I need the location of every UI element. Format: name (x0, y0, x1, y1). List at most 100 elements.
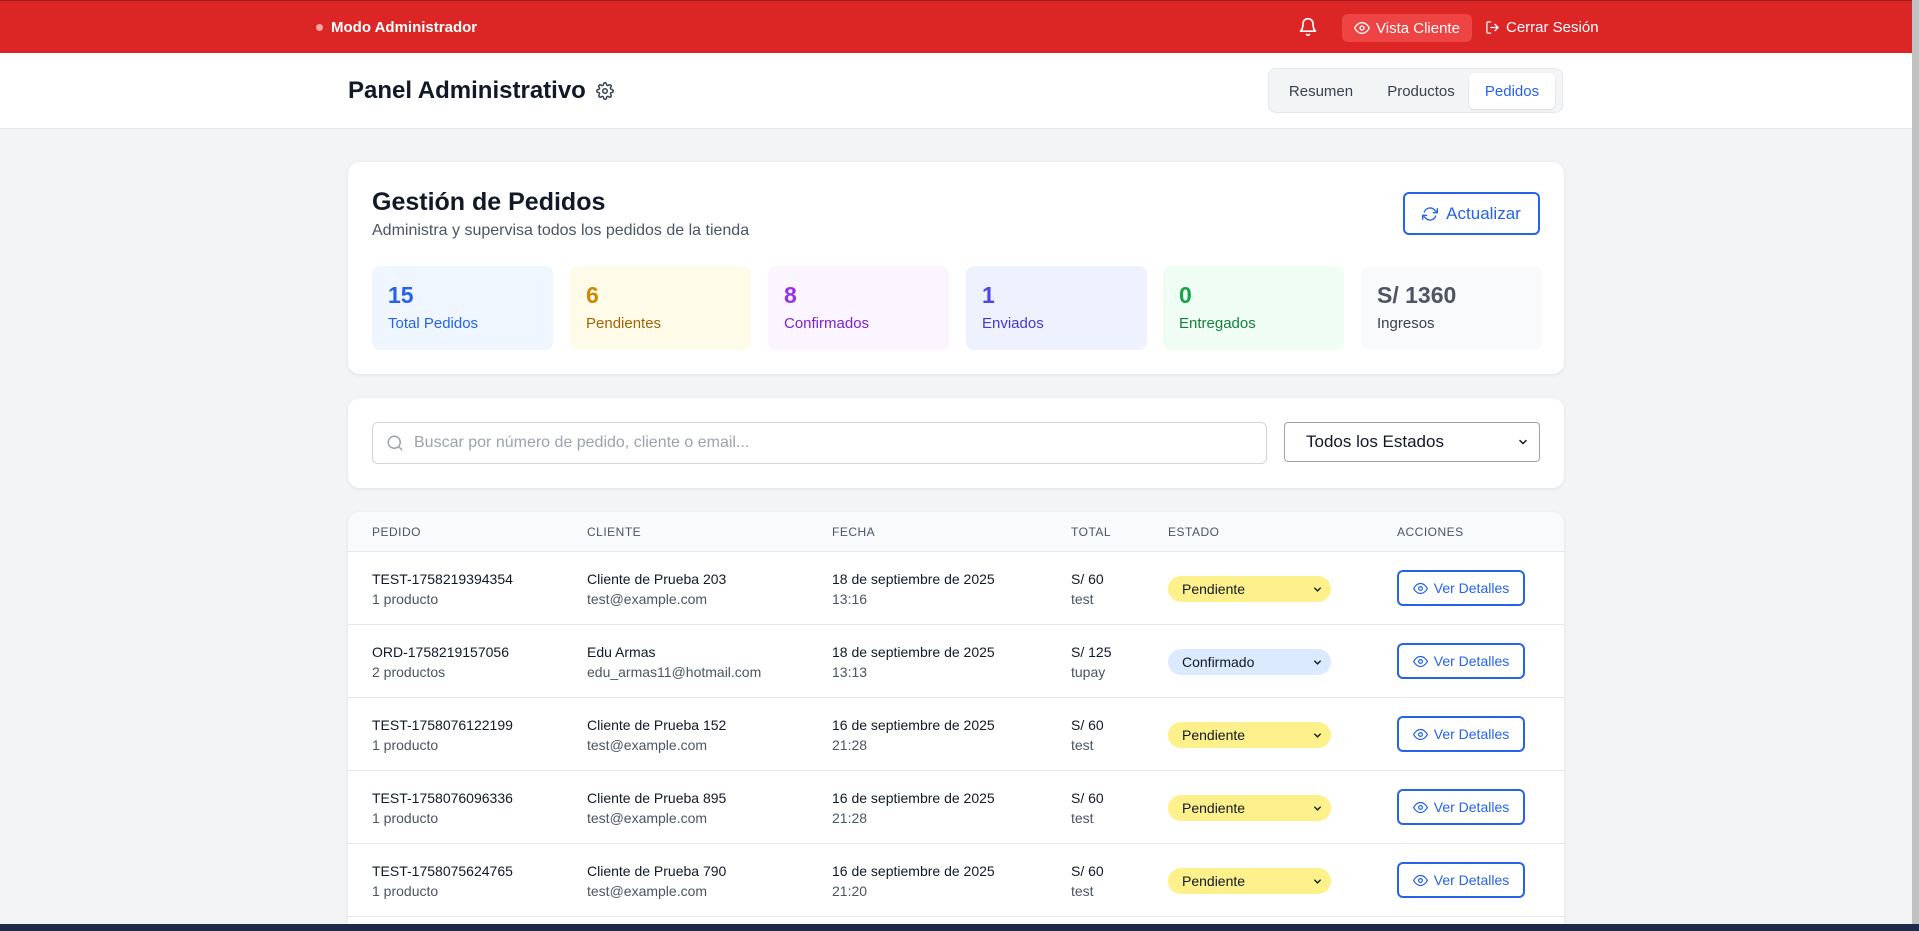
vista-cliente-label: Vista Cliente (1376, 19, 1460, 37)
stat-value: 0 (1179, 282, 1192, 308)
eye-icon (1412, 874, 1428, 886)
order-date: 18 de septiembre de 2025 (832, 644, 995, 660)
order-time: 13:16 (832, 591, 868, 607)
date-cell: 18 de septiembre de 2025 13:13 (832, 642, 995, 682)
order-time: 21:28 (832, 737, 868, 753)
client-name: Cliente de Prueba 790 (587, 863, 727, 879)
stat-card: 6 Pendientes (570, 266, 751, 350)
column-header-total: TOTAL (1071, 525, 1112, 539)
status-select[interactable]: Pendiente (1168, 576, 1331, 602)
client-name: Cliente de Prueba 152 (587, 717, 727, 733)
admin-topbar: Modo Administrador Vista Cliente Cerrar … (0, 0, 1912, 53)
order-time: 13:13 (832, 664, 868, 680)
ver-detalles-button[interactable]: Ver Detalles (1397, 643, 1525, 679)
eye-icon (1354, 21, 1370, 35)
admin-mode-indicator: Modo Administrador (316, 19, 477, 36)
tab-productos[interactable]: Productos (1373, 73, 1469, 109)
ver-detalles-button[interactable]: Ver Detalles (1397, 789, 1525, 825)
status-filter-select[interactable]: Todos los Estados (1284, 422, 1540, 462)
order-items: 2 productos (372, 664, 446, 680)
column-header-fecha: FECHA (832, 525, 876, 539)
order-items: 1 producto (372, 883, 439, 899)
order-total: S/ 60 (1071, 571, 1104, 587)
client-email: test@example.com (587, 737, 708, 753)
stat-label: Ingresos (1377, 315, 1435, 332)
section-title: Gestión de Pedidos (372, 188, 606, 216)
search-icon (387, 435, 403, 451)
eye-icon (1412, 655, 1428, 667)
date-cell: 16 de septiembre de 2025 21:28 (832, 715, 995, 755)
stat-label: Enviados (982, 315, 1044, 332)
order-total: S/ 60 (1071, 717, 1104, 733)
order-number: TEST-1758076096336 (372, 790, 513, 806)
stat-label: Pendientes (586, 315, 662, 332)
order-date: 16 de septiembre de 2025 (832, 717, 995, 733)
vista-cliente-button[interactable]: Vista Cliente (1342, 14, 1472, 42)
logout-icon (1486, 21, 1499, 34)
client-name: Edu Armas (587, 644, 656, 660)
stat-label: Entregados (1179, 315, 1256, 332)
ver-detalles-button[interactable]: Ver Detalles (1397, 862, 1525, 898)
client-cell: Edu Armas edu_armas11@hotmail.com (587, 642, 761, 682)
order-number: ORD-1758219157056 (372, 644, 509, 660)
orders-table: PEDIDO CLIENTE FECHA TOTAL ESTADO ACCION… (348, 512, 1564, 931)
refresh-label: Actualizar (1446, 203, 1521, 223)
filter-bar: Buscar por número de pedido, cliente o e… (348, 398, 1564, 488)
payment-method: tupay (1071, 664, 1106, 680)
total-cell: S/ 125 tupay (1071, 642, 1111, 682)
date-cell: 16 de septiembre de 2025 21:20 (832, 861, 995, 901)
search-placeholder: Buscar por número de pedido, cliente o e… (414, 434, 750, 451)
status-value: Pendiente (1182, 800, 1246, 816)
client-cell: Cliente de Prueba 152 test@example.com (587, 715, 726, 755)
ver-detalles-button[interactable]: Ver Detalles (1397, 716, 1525, 752)
order-cell: ORD-1758219157056 2 productos (372, 642, 509, 682)
chevron-down-icon (1314, 805, 1321, 811)
chevron-down-icon (1314, 732, 1321, 738)
bell-icon[interactable] (1298, 17, 1318, 37)
payment-method: test (1071, 883, 1094, 899)
client-name: Cliente de Prueba 203 (587, 571, 727, 587)
ver-detalles-label: Ver Detalles (1433, 726, 1510, 742)
chevron-down-icon (1519, 439, 1527, 445)
order-date: 16 de septiembre de 2025 (832, 790, 995, 806)
order-items: 1 producto (372, 737, 439, 753)
client-email: test@example.com (587, 810, 708, 826)
ver-detalles-label: Ver Detalles (1433, 580, 1510, 596)
stat-value: 1 (982, 282, 995, 308)
payment-method: test (1071, 591, 1094, 607)
stat-card: S/ 1360 Ingresos (1361, 266, 1542, 350)
table-header: PEDIDO CLIENTE FECHA TOTAL ESTADO ACCION… (348, 512, 1564, 552)
search-input[interactable]: Buscar por número de pedido, cliente o e… (372, 422, 1267, 464)
date-cell: 16 de septiembre de 2025 21:28 (832, 788, 995, 828)
total-cell: S/ 60 test (1071, 788, 1104, 828)
ver-detalles-label: Ver Detalles (1433, 653, 1510, 669)
total-cell: S/ 60 test (1071, 861, 1104, 901)
status-value: Confirmado (1182, 654, 1255, 670)
client-cell: Cliente de Prueba 895 test@example.com (587, 788, 726, 828)
column-header-cliente: CLIENTE (587, 525, 642, 539)
payment-method: test (1071, 810, 1094, 826)
refresh-button[interactable]: Actualizar (1403, 192, 1540, 235)
stat-value: 6 (586, 282, 599, 308)
status-value: Pendiente (1182, 581, 1246, 597)
refresh-icon (1422, 206, 1439, 221)
order-total: S/ 60 (1071, 790, 1104, 806)
status-value: Pendiente (1182, 873, 1246, 889)
stat-card: 1 Enviados (966, 266, 1147, 350)
tab-pedidos[interactable]: Pedidos (1469, 73, 1555, 109)
order-cell: TEST-1758219394354 1 producto (372, 569, 513, 609)
table-row: TEST-1758076122199 1 producto Cliente de P… (348, 698, 1564, 771)
status-select[interactable]: Confirmado (1168, 649, 1331, 675)
status-select[interactable]: Pendiente (1168, 868, 1331, 894)
ver-detalles-label: Ver Detalles (1433, 799, 1510, 815)
stat-label: Confirmados (784, 315, 870, 332)
order-time: 21:28 (832, 810, 868, 826)
tab-resumen[interactable]: Resumen (1273, 73, 1369, 109)
ver-detalles-button[interactable]: Ver Detalles (1397, 570, 1525, 606)
client-name: Cliente de Prueba 895 (587, 790, 727, 806)
column-header-acciones: ACCIONES (1397, 525, 1464, 539)
logout-button[interactable]: Cerrar Sesión (1485, 19, 1599, 36)
page-scrollbar[interactable] (1912, 0, 1919, 924)
status-select[interactable]: Pendiente (1168, 795, 1331, 821)
status-select[interactable]: Pendiente (1168, 722, 1331, 748)
